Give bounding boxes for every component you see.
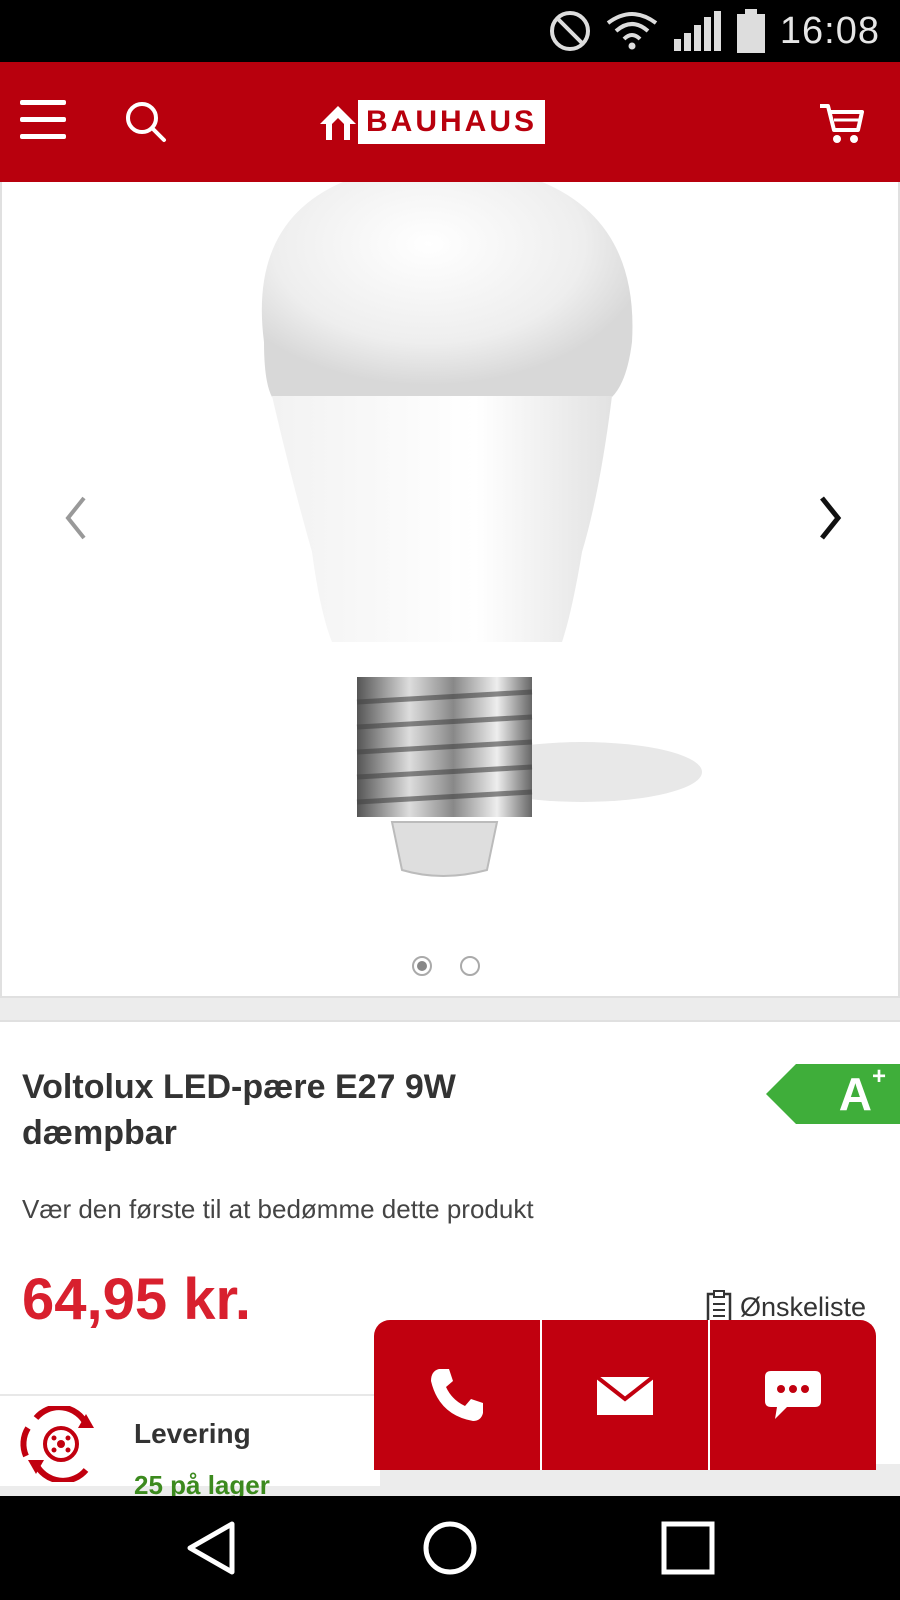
- recents-icon[interactable]: [658, 1518, 718, 1578]
- wifi-icon: [606, 12, 658, 50]
- product-image-carousel[interactable]: [0, 182, 900, 998]
- cart-icon[interactable]: [818, 98, 866, 146]
- delivery-icon: [20, 1406, 94, 1482]
- previous-arrow-icon[interactable]: [56, 488, 96, 548]
- delivery-section[interactable]: Levering 25 på lager: [0, 1394, 380, 1500]
- chat-icon: [765, 1371, 821, 1419]
- call-button[interactable]: [374, 1320, 540, 1470]
- menu-icon[interactable]: [20, 100, 66, 140]
- mail-icon: [595, 1375, 655, 1415]
- clipboard-icon: [706, 1290, 732, 1324]
- battery-icon: [736, 9, 765, 53]
- contact-actions: [374, 1320, 876, 1470]
- status-bar: 16:08: [0, 0, 900, 62]
- logo-house-icon: [320, 106, 356, 140]
- energy-label-badge[interactable]: A+: [766, 1064, 900, 1124]
- bauhaus-logo[interactable]: BAUHAUS: [318, 100, 545, 144]
- app-header: BAUHAUS: [0, 62, 900, 182]
- home-icon[interactable]: [420, 1518, 480, 1578]
- chat-button[interactable]: [710, 1320, 876, 1470]
- search-icon[interactable]: [122, 98, 170, 146]
- system-nav-bar: [0, 1496, 900, 1600]
- energy-class: A+: [838, 1063, 886, 1121]
- rating-prompt[interactable]: Vær den første til at bedømme dette prod…: [22, 1194, 534, 1225]
- wishlist-label: Ønskeliste: [740, 1291, 867, 1322]
- carousel-dot-1[interactable]: [412, 956, 432, 976]
- brand-name: BAUHAUS: [358, 100, 545, 144]
- wishlist-button[interactable]: Ønskeliste: [706, 1290, 866, 1324]
- status-icons: 16:08: [548, 8, 880, 54]
- do-not-disturb-icon: [549, 11, 590, 51]
- carousel-indicators: [412, 956, 480, 976]
- phone-icon: [431, 1369, 483, 1421]
- carousel-dot-2[interactable]: [460, 956, 480, 976]
- next-arrow-icon[interactable]: [810, 488, 850, 548]
- back-icon[interactable]: [182, 1518, 242, 1578]
- email-button[interactable]: [542, 1320, 708, 1470]
- clock: 16:08: [779, 9, 880, 52]
- screen: 16:08 BAUHAUS Voltolux LED-pære E27 9W d…: [0, 0, 900, 1600]
- signal-icon: [673, 11, 721, 51]
- delivery-title: Levering: [134, 1418, 251, 1449]
- product-price: 64,95 kr.: [22, 1267, 251, 1332]
- product-title: Voltolux LED-pære E27 9W dæmpbar: [22, 1068, 456, 1152]
- product-image: [261, 182, 702, 877]
